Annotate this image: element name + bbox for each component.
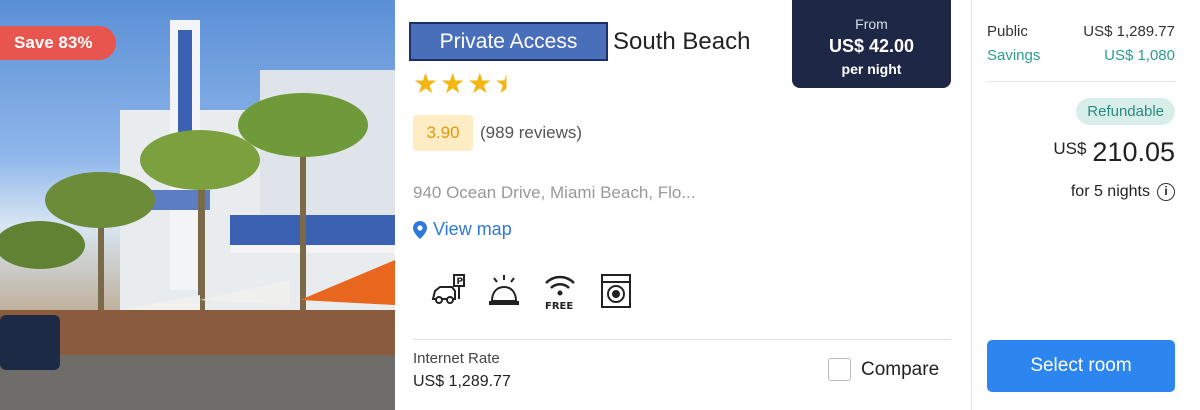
public-price-row: Public US$ 1,289.77 <box>987 20 1175 44</box>
rating-score: 3.90 <box>413 115 473 151</box>
map-pin-icon <box>413 220 427 239</box>
refundable-badge: Refundable <box>1076 98 1175 125</box>
amenity-list: P FREE <box>430 271 634 311</box>
divider <box>413 339 951 340</box>
half-star-icon: ★ <box>494 68 520 99</box>
public-label: Public <box>987 23 1028 40</box>
svg-text:P: P <box>457 277 464 287</box>
star-icon: ★ <box>440 68 466 99</box>
concierge-bell-icon <box>486 271 522 311</box>
nights-label-row: for 5 nights i <box>1071 183 1175 201</box>
internet-rate-label: Internet Rate <box>413 350 500 367</box>
save-badge: Save 83% <box>0 26 116 60</box>
column-divider <box>971 0 972 410</box>
select-room-button[interactable]: Select room <box>987 340 1175 392</box>
hotel-title-row: Private Access South Beach <box>409 22 750 61</box>
internet-rate-value: US$ 1,289.77 <box>413 373 511 390</box>
star-rating: ★ ★ ★ ★ <box>413 70 519 98</box>
from-price: US$ 42.00 <box>828 36 915 56</box>
savings-value: US$ 1,080 <box>1104 47 1175 64</box>
view-map-label: View map <box>433 219 512 239</box>
guest-rating: 3.90 (989 reviews) <box>413 115 582 151</box>
price-summary: Public US$ 1,289.77 Savings US$ 1,080 Re… <box>987 20 1175 201</box>
hotel-photo-art <box>0 20 395 410</box>
hotel-name[interactable]: South Beach <box>613 28 750 56</box>
savings-row: Savings US$ 1,080 <box>987 44 1175 68</box>
hotel-photo[interactable]: Save 83% <box>0 0 395 410</box>
summary-divider <box>987 81 1175 82</box>
total-price: US$ 210.05 <box>1053 137 1175 168</box>
per-night-label: per night <box>841 61 902 77</box>
hotel-address: 940 Ocean Drive, Miami Beach, Flo... <box>413 183 696 202</box>
total-amount: 210.05 <box>1092 137 1175 167</box>
laundry-icon <box>598 271 634 311</box>
star-icon: ★ <box>413 68 439 99</box>
savings-label: Savings <box>987 47 1041 64</box>
compare-checkbox[interactable] <box>828 358 851 381</box>
nights-label: for 5 nights <box>1070 183 1150 200</box>
review-count[interactable]: (989 reviews) <box>480 123 582 143</box>
from-label: From <box>855 16 888 32</box>
free-wifi-icon: FREE <box>542 271 578 311</box>
hotel-card: Save 83% Private Access South Beach ★ ★ … <box>0 0 1200 410</box>
from-price-box: From US$ 42.00 per night <box>792 0 951 88</box>
compare-label[interactable]: Compare <box>861 359 939 381</box>
wifi-free-text: FREE <box>545 301 573 311</box>
star-icon: ★ <box>467 68 493 99</box>
view-map-link[interactable]: View map <box>413 219 512 240</box>
info-icon[interactable]: i <box>1157 183 1175 201</box>
total-currency: US$ <box>1053 139 1087 158</box>
parking-icon: P <box>430 271 466 311</box>
private-access-label: Private Access <box>409 22 608 61</box>
compare-toggle[interactable]: Compare <box>828 358 939 381</box>
public-value: US$ 1,289.77 <box>1083 23 1175 40</box>
